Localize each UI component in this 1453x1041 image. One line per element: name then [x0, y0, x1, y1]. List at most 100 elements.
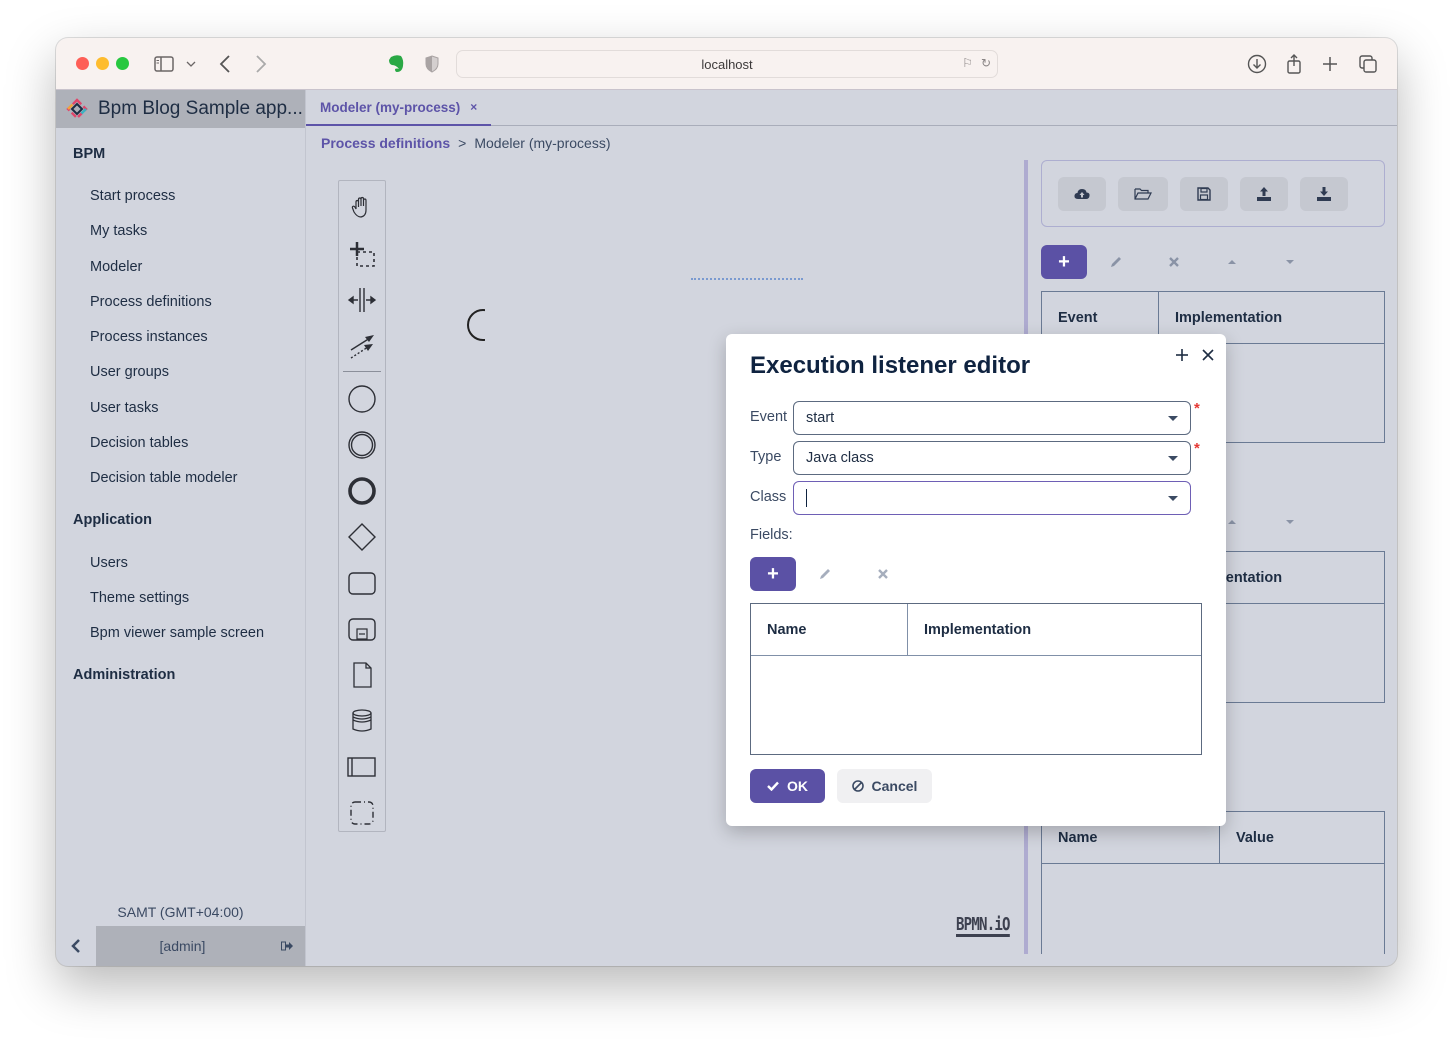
- collapse-sidebar-button[interactable]: [56, 926, 96, 966]
- save-button[interactable]: [1180, 176, 1228, 211]
- edit-icon[interactable]: [1087, 245, 1145, 279]
- upload-button[interactable]: [1240, 176, 1288, 211]
- remove-icon[interactable]: [854, 557, 912, 591]
- nav-item-user-groups[interactable]: User groups: [56, 364, 169, 380]
- nav-item-user-tasks[interactable]: User tasks: [56, 400, 159, 416]
- remove-icon[interactable]: [1145, 245, 1203, 279]
- global-connect-tool-icon[interactable]: [347, 331, 377, 361]
- event-select[interactable]: start: [793, 401, 1191, 435]
- nav-section-bpm[interactable]: BPM: [56, 146, 105, 162]
- back-icon[interactable]: [216, 52, 234, 76]
- gateway-icon[interactable]: [347, 522, 377, 552]
- add-listener-button[interactable]: +: [1041, 245, 1087, 279]
- move-down-icon[interactable]: [1261, 245, 1319, 279]
- grid-header: Name Implementation: [751, 604, 1201, 656]
- nav-item-decision-table-modeler[interactable]: Decision table modeler: [56, 470, 238, 486]
- space-tool-icon[interactable]: [347, 285, 377, 315]
- maximize-window-button[interactable]: [116, 57, 129, 70]
- evernote-icon[interactable]: [386, 52, 406, 76]
- breadcrumb-process-definitions[interactable]: Process definitions: [321, 135, 450, 151]
- translate-icon[interactable]: ⚐: [962, 56, 973, 70]
- new-tab-icon[interactable]: [1320, 52, 1340, 76]
- canvas-start-event[interactable]: [465, 308, 485, 342]
- fields-actions: +: [750, 557, 912, 591]
- column-header-name[interactable]: Name: [751, 604, 907, 655]
- nav-item-theme-settings[interactable]: Theme settings: [56, 590, 189, 606]
- nav-item-modeler[interactable]: Modeler: [56, 259, 142, 275]
- participant-pool-icon[interactable]: [347, 752, 377, 782]
- app-logo-icon: [66, 98, 88, 120]
- event-label: Event: [750, 409, 788, 425]
- caret-down-icon[interactable]: [1168, 416, 1178, 421]
- maximize-dialog-icon[interactable]: [1175, 342, 1189, 368]
- start-event-icon[interactable]: [347, 384, 377, 414]
- caret-down-icon[interactable]: [1168, 496, 1178, 501]
- nav-section-administration[interactable]: Administration: [56, 667, 175, 683]
- hand-tool-icon[interactable]: [347, 193, 377, 223]
- nav-item-process-instances[interactable]: Process instances: [56, 329, 208, 345]
- bpmn-io-logo[interactable]: BPMN.iO: [956, 916, 1010, 937]
- add-field-button[interactable]: +: [750, 557, 796, 591]
- user-name[interactable]: [admin]: [96, 926, 269, 966]
- column-header-implementation[interactable]: Implementation: [907, 604, 1201, 655]
- address-bar[interactable]: localhost ⚐ ↻: [456, 50, 998, 78]
- open-file-button[interactable]: [1118, 176, 1168, 211]
- cancel-label: Cancel: [871, 778, 918, 794]
- class-combobox[interactable]: [793, 481, 1191, 515]
- breadcrumb-current: Modeler (my-process): [474, 135, 611, 151]
- download-button[interactable]: [1300, 176, 1348, 211]
- minimize-window-button[interactable]: [96, 57, 109, 70]
- tabs-overview-icon[interactable]: [1358, 52, 1378, 76]
- close-dialog-icon[interactable]: [1202, 342, 1214, 367]
- palette-separator: [343, 371, 381, 372]
- tab-bar: Modeler (my-process) ×: [306, 90, 1397, 126]
- nav-item-decision-tables[interactable]: Decision tables: [56, 435, 188, 451]
- type-select[interactable]: Java class: [793, 441, 1191, 475]
- ok-button[interactable]: OK: [750, 769, 825, 803]
- nav-item-my-tasks[interactable]: My tasks: [56, 223, 147, 239]
- caret-down-icon[interactable]: [1168, 456, 1178, 461]
- nav-section-application[interactable]: Application: [56, 512, 152, 528]
- move-up-icon[interactable]: [1203, 245, 1261, 279]
- end-event-icon[interactable]: [347, 476, 377, 506]
- intermediate-event-icon[interactable]: [347, 430, 377, 460]
- cloud-upload-icon: [1074, 188, 1090, 199]
- data-store-icon[interactable]: [347, 706, 377, 736]
- edit-icon[interactable]: [796, 557, 854, 591]
- nav-item-start-process[interactable]: Start process: [56, 188, 175, 204]
- move-down-icon[interactable]: [1261, 505, 1319, 539]
- chevron-down-icon[interactable]: [184, 52, 198, 76]
- tab-modeler[interactable]: Modeler (my-process) ×: [306, 90, 492, 126]
- group-icon[interactable]: [347, 798, 377, 828]
- column-header-value[interactable]: Value: [1219, 812, 1384, 863]
- execution-listener-dialog: Execution listener editor Event start * …: [726, 334, 1226, 826]
- file-toolbar: [1041, 160, 1385, 227]
- required-indicator: *: [1194, 400, 1200, 417]
- download-icon[interactable]: [1246, 52, 1268, 76]
- shield-icon[interactable]: [423, 52, 441, 76]
- lasso-tool-icon[interactable]: [347, 239, 377, 269]
- event-value: start: [806, 410, 835, 426]
- sidebar-toggle-icon[interactable]: [152, 52, 176, 76]
- reload-icon[interactable]: ↻: [981, 56, 991, 70]
- nav-item-users[interactable]: Users: [56, 555, 128, 571]
- tab-label: Modeler (my-process): [320, 99, 461, 115]
- app-title: Bpm Blog Sample app...: [98, 98, 303, 119]
- sidebar: Bpm Blog Sample app... BPM Start process…: [56, 90, 306, 966]
- logout-icon[interactable]: [269, 926, 305, 966]
- data-object-icon[interactable]: [347, 660, 377, 690]
- fields-label: Fields:: [750, 527, 793, 543]
- close-window-button[interactable]: [76, 57, 89, 70]
- subprocess-icon[interactable]: [347, 614, 377, 644]
- deploy-button[interactable]: [1058, 176, 1106, 211]
- task-icon[interactable]: [347, 568, 377, 598]
- upload-icon: [1257, 186, 1271, 201]
- nav-item-bpm-viewer-sample-screen[interactable]: Bpm viewer sample screen: [56, 625, 264, 641]
- cancel-button[interactable]: Cancel: [837, 769, 932, 803]
- tab-close-icon[interactable]: ×: [470, 100, 477, 114]
- type-label: Type: [750, 449, 782, 465]
- share-icon[interactable]: [1284, 52, 1304, 76]
- forward-icon[interactable]: [252, 52, 270, 76]
- class-label: Class: [750, 489, 787, 505]
- nav-item-process-definitions[interactable]: Process definitions: [56, 294, 212, 310]
